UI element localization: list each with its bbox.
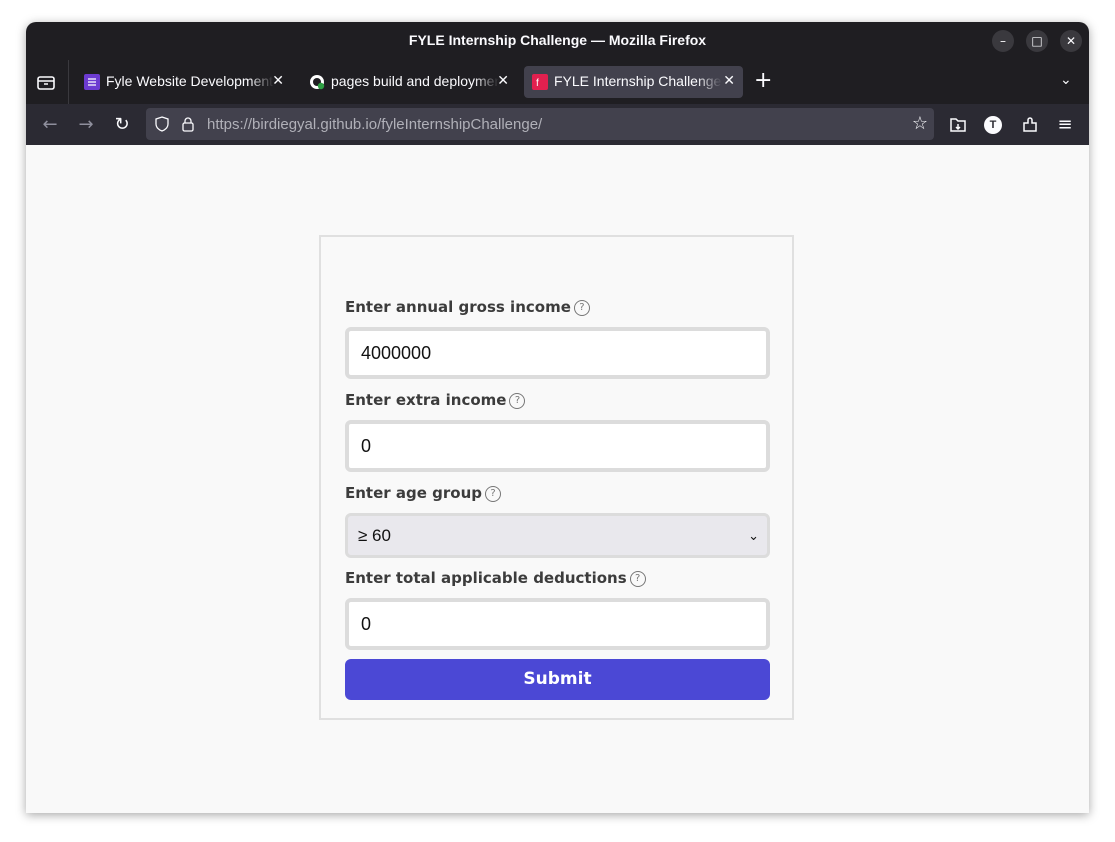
tab-favicon-icon [84,74,100,90]
tab-label: Fyle Website Development [106,73,274,89]
title-bar: FYLE Internship Challenge — Mozilla Fire… [26,22,1089,60]
menu-icon[interactable]: ≡ [1055,115,1075,135]
navigation-toolbar: ← → ↻ https://birdiegyal.github.io/fyleI… [26,104,1089,146]
maximize-button[interactable]: □ [1026,30,1048,52]
tab-bar: Fyle Website Development ✕ pages build a… [26,60,1089,104]
annual-income-label: Enter annual gross income? [345,298,590,316]
tab-pages-build[interactable]: pages build and deployment ✕ [301,66,517,98]
chevron-down-icon: ⌄ [748,528,759,543]
age-group-selected-value: ≥ 60 [358,526,391,545]
submit-button[interactable]: Submit [345,659,770,700]
close-tab-icon[interactable]: ✕ [272,72,284,89]
age-group-select[interactable]: ≥ 60 ⌄ [345,513,770,558]
url-text[interactable]: https://birdiegyal.github.io/fyleInterns… [207,116,542,133]
extra-income-label-text: Enter extra income [345,391,507,409]
tax-form-card: Enter annual gross income? 4000000 Enter… [319,235,794,720]
lock-icon[interactable] [180,116,196,132]
age-group-label: Enter age group? [345,484,501,502]
extra-income-input[interactable]: 0 [345,420,770,472]
browser-window: FYLE Internship Challenge — Mozilla Fire… [26,22,1089,813]
svg-text:f: f [536,78,539,89]
deductions-label: Enter total applicable deductions? [345,569,646,587]
url-path: fyleInternshipChallenge/ [381,116,543,133]
github-icon [310,75,325,90]
close-tab-icon[interactable]: ✕ [723,72,735,89]
forward-icon[interactable]: → [76,115,96,135]
annual-income-label-text: Enter annual gross income [345,298,571,316]
deductions-label-text: Enter total applicable deductions [345,569,627,587]
close-window-button[interactable]: ✕ [1060,30,1082,52]
deductions-input[interactable]: 0 [345,598,770,650]
reload-icon[interactable]: ↻ [112,115,132,135]
back-icon[interactable]: ← [40,115,60,135]
tab-separator [68,60,69,104]
url-bar[interactable]: https://birdiegyal.github.io/fyleInterns… [146,108,934,140]
tab-favicon-icon: f [532,74,548,90]
age-group-label-text: Enter age group [345,484,482,502]
shield-icon[interactable] [154,116,170,132]
tab-label: pages build and deployment [331,73,499,89]
view-recent-browsing-icon[interactable] [36,72,56,92]
annual-income-input[interactable]: 4000000 [345,327,770,379]
save-to-pocket-icon[interactable] [948,115,968,135]
list-all-tabs-icon[interactable]: ⌄ [1060,72,1072,88]
tab-fyle-website[interactable]: Fyle Website Development ✕ [76,66,292,98]
bookmark-star-icon[interactable]: ☆ [912,113,928,134]
window-title: FYLE Internship Challenge — Mozilla Fire… [408,32,707,48]
account-avatar-icon[interactable]: T [984,116,1002,134]
new-tab-button[interactable]: + [754,70,772,92]
url-host: https://birdiegyal.github.io/ [207,116,382,133]
extensions-icon[interactable] [1020,115,1040,135]
minimize-button[interactable]: – [992,30,1014,52]
help-icon[interactable]: ? [573,300,590,316]
extra-income-label: Enter extra income? [345,391,526,409]
help-icon[interactable]: ? [629,571,646,587]
help-icon[interactable]: ? [485,486,501,502]
tab-label: FYLE Internship Challenge [554,73,722,89]
close-tab-icon[interactable]: ✕ [497,72,509,89]
help-icon[interactable]: ? [509,393,526,409]
page-content: Enter annual gross income? 4000000 Enter… [26,145,1089,813]
tab-fyle-internship[interactable]: f FYLE Internship Challenge ✕ [524,66,743,98]
